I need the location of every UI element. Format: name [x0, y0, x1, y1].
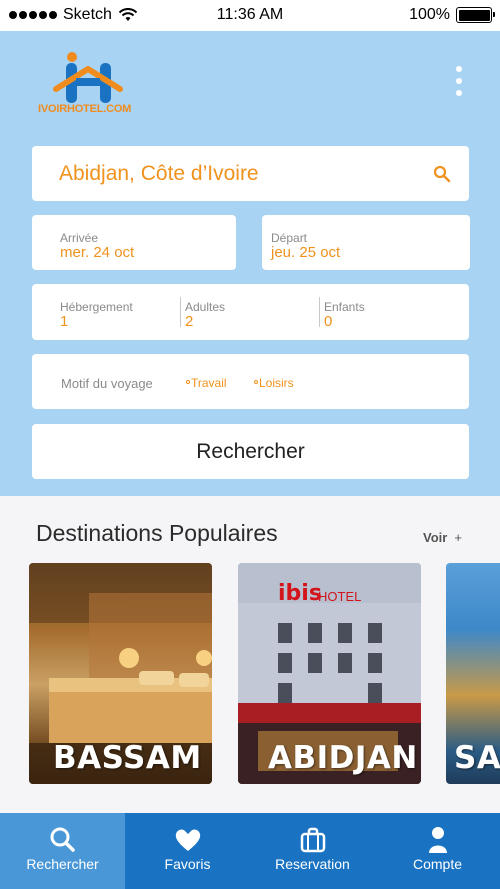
more-menu-button[interactable]	[454, 66, 464, 96]
arrival-date-field[interactable]: Arrivée mer. 24 oct	[32, 215, 236, 270]
destination-card-abidjan[interactable]: ibis HOTEL ABIDJAN	[238, 563, 421, 784]
section-title: Destinations Populaires	[36, 520, 278, 546]
tab-rechercher[interactable]: Rechercher	[0, 813, 125, 889]
lodging-value[interactable]: 1	[60, 313, 68, 330]
brand-logo: IVOIRHOTEL.COM	[36, 51, 146, 121]
children-value[interactable]: 0	[324, 313, 332, 330]
departure-label: Départ	[271, 231, 308, 245]
search-button[interactable]: Rechercher	[32, 424, 469, 479]
destination-card-bassam[interactable]: BASSAM	[29, 563, 212, 784]
search-header: IVOIRHOTEL.COM Abidjan, Côte d’Ivoire Ar…	[0, 31, 500, 496]
lodging-label: Hébergement	[60, 300, 133, 314]
arrival-label: Arrivée	[60, 231, 99, 245]
destination-name: SAN	[454, 740, 500, 776]
search-icon[interactable]	[433, 165, 451, 183]
trip-reason-label: Motif du voyage	[61, 376, 153, 391]
guests-field[interactable]: Hébergement 1 Adultes 2 Enfants 0	[32, 284, 469, 340]
status-bar: Sketch 11:36 AM 100%	[0, 0, 500, 31]
divider	[319, 297, 320, 327]
divider	[180, 297, 181, 327]
hotel-sign: ibis	[278, 581, 322, 606]
destination-value: Abidjan, Côte d’Ivoire	[59, 162, 259, 185]
tab-favoris[interactable]: Favoris	[125, 813, 250, 889]
destination-name: BASSAM	[53, 740, 202, 776]
hotel-sign-suffix: HOTEL	[318, 589, 362, 604]
adults-value[interactable]: 2	[185, 313, 193, 330]
radio-icon	[186, 379, 190, 384]
departure-date-field[interactable]: Départ jeu. 25 oct	[262, 215, 470, 270]
battery-icon	[456, 7, 495, 23]
logo-house-icon	[53, 52, 123, 103]
tab-label: Reservation	[275, 856, 350, 872]
tab-label: Rechercher	[26, 856, 99, 872]
trip-option-loisirs[interactable]: Loisirs	[254, 376, 294, 390]
destination-field[interactable]: Abidjan, Côte d’Ivoire	[32, 146, 469, 201]
adults-label: Adultes	[185, 300, 226, 314]
children-label: Enfants	[324, 300, 365, 314]
see-more-link[interactable]: Voir +	[423, 530, 462, 545]
tab-compte[interactable]: Compte	[375, 813, 500, 889]
tab-label: Favoris	[164, 856, 211, 872]
battery-percent: 100%	[409, 6, 450, 23]
departure-value: jeu. 25 oct	[271, 244, 341, 261]
destination-name: ABIDJAN	[268, 740, 418, 776]
tab-reservation[interactable]: Reservation	[250, 813, 375, 889]
logo-text: IVOIRHOTEL.COM	[38, 103, 132, 115]
bottom-tab-bar: Rechercher Favoris Reservation Compte	[0, 813, 500, 889]
arrival-value: mer. 24 oct	[60, 244, 135, 261]
radio-icon	[254, 379, 258, 384]
destination-card-san[interactable]: SAN	[446, 563, 500, 784]
briefcase-icon	[300, 827, 325, 853]
plus-icon: +	[454, 530, 462, 545]
trip-reason-field: Motif du voyage Travail Loisirs	[32, 354, 469, 409]
user-icon	[428, 827, 447, 853]
battery-info: 100%	[409, 6, 495, 24]
heart-icon	[175, 829, 200, 851]
trip-option-travail[interactable]: Travail	[186, 376, 227, 390]
tab-label: Compte	[412, 856, 463, 872]
search-icon	[50, 827, 75, 852]
